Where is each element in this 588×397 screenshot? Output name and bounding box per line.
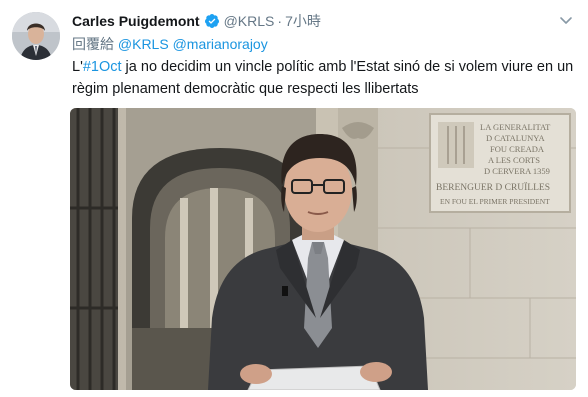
tweet-header: Carles Puigdemont @KRLS · 7小時 — [72, 11, 321, 31]
avatar[interactable] — [12, 12, 60, 60]
author-name[interactable]: Carles Puigdemont — [72, 13, 200, 29]
plaque-line: BERENGUER D CRUÏLLES — [436, 181, 550, 193]
chevron-down-icon[interactable] — [558, 12, 574, 28]
tweet-video[interactable]: LA GENERALITAT D CATALUNYA FOU CREADA A … — [70, 108, 576, 390]
tweet-text-prefix: L' — [72, 59, 83, 75]
avatar-image — [12, 12, 60, 60]
tweet: Carles Puigdemont @KRLS · 7小時 回覆給 @KRLS … — [0, 0, 588, 397]
reply-prefix: 回覆給 — [72, 36, 114, 52]
reply-mention[interactable]: @marianorajoy — [173, 36, 268, 52]
hashtag-link[interactable]: #1Oct — [83, 59, 122, 75]
reply-mention[interactable]: @KRLS — [118, 36, 169, 52]
plaque-line: FOU CREADA — [490, 144, 545, 154]
reply-context: 回覆給 @KRLS @marianorajoy — [72, 34, 268, 54]
plaque-line: LA GENERALITAT — [480, 122, 551, 132]
plaque-line: EN FOU EL PRIMER PRESIDENT — [440, 197, 550, 206]
tweet-text-body: ja no decidim un vincle polític amb l'Es… — [72, 59, 574, 97]
separator-dot: · — [277, 13, 283, 29]
timestamp[interactable]: 7小時 — [285, 11, 321, 31]
plaque-line: A LES CORTS — [488, 155, 540, 165]
video-frame: LA GENERALITAT D CATALUNYA FOU CREADA A … — [70, 108, 576, 390]
plaque-line: D CERVERA 1359 — [484, 166, 550, 176]
plaque-line: D CATALUNYA — [486, 133, 545, 143]
tweet-text: L'#1Oct ja no decidim un vincle polític … — [72, 56, 578, 100]
verified-badge-icon — [204, 13, 220, 29]
author-handle[interactable]: @KRLS — [224, 13, 275, 29]
